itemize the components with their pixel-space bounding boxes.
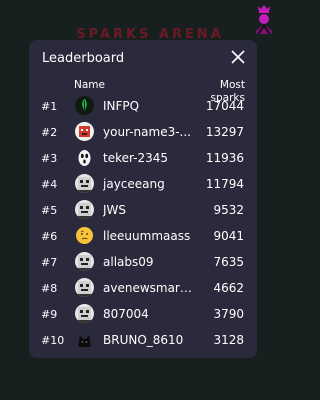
sparks-score: 17044 [205,99,244,113]
leaderboard-row[interactable]: #10 BRUNO_8610 3128 [29,328,257,354]
sparks-score: 11936 [205,151,244,165]
pixel-robot-avatar [75,174,94,193]
player-name: BRUNO_8610 [103,333,184,347]
close-icon [231,50,245,64]
pixel-robot-avatar [75,252,94,271]
sparks-score: 9532 [213,203,244,217]
player-name: avenewsmart... [103,281,195,295]
rank-label: #5 [41,204,58,217]
player-name: JWS [103,203,127,217]
player-name: allabs09 [103,255,154,269]
black-cat-avatar [75,330,94,349]
player-name: 807004 [103,307,149,321]
leaderboard-row[interactable]: #2 your-name3-... 13297 [29,120,257,146]
leaderboard-row[interactable]: #4 jayceeang 11794 [29,172,257,198]
column-header-name: Name [74,79,105,91]
player-name: INFPQ [103,99,140,113]
green-leaf-avatar [75,96,94,115]
rank-label: #3 [41,152,58,165]
sparks-score: 13297 [205,125,244,139]
sparks-score: 3790 [213,307,244,321]
red-robot-avatar [75,122,94,141]
rank-label: #4 [41,178,58,191]
rank-label: #9 [41,308,58,321]
rank-label: #2 [41,126,58,139]
crown-player-icon [252,4,276,38]
dialog-title: Leaderboard [42,51,125,66]
rank-label: #6 [41,230,58,243]
pixel-robot-avatar [75,278,94,297]
leaderboard-dialog: Leaderboard Name Most sparks #1 INFPQ 1704… [29,40,257,358]
leaderboard-row[interactable]: #6 lleeuummaass 9041 [29,224,257,250]
rank-label: #8 [41,282,58,295]
player-name: teker-2345 [103,151,169,165]
sparks-score: 4662 [213,281,244,295]
leaderboard-row[interactable]: #7 allabs09 7635 [29,250,257,276]
sparks-score: 7635 [213,255,244,269]
leaderboard-row[interactable]: #3 teker-2345 11936 [29,146,257,172]
sparks-score: 11794 [205,177,244,191]
leaderboard-row[interactable]: #9 807004 3790 [29,302,257,328]
pixel-robot-avatar [75,200,94,219]
leaderboard-row[interactable]: #8 avenewsmart... 4662 [29,276,257,302]
player-name: lleeuummaass [103,229,191,243]
rank-label: #1 [41,100,58,113]
player-name: your-name3-... [103,125,191,139]
leaderboard-list: #1 INFPQ 17044 #2 your-name3-... 13297 #3 teker… [29,94,257,354]
close-button[interactable] [230,49,246,65]
rank-label: #7 [41,256,58,269]
sparks-score: 9041 [213,229,244,243]
leaderboard-row[interactable]: #1 INFPQ 17044 [29,94,257,120]
pixel-robot-avatar [75,304,94,323]
sparks-score: 3128 [213,333,244,347]
thinking-emoji-avatar [75,226,94,245]
leaderboard-row[interactable]: #5 JWS 9532 [29,198,257,224]
rank-label: #10 [41,334,65,347]
ghost-face-avatar [75,148,94,167]
player-name: jayceeang [103,177,165,191]
